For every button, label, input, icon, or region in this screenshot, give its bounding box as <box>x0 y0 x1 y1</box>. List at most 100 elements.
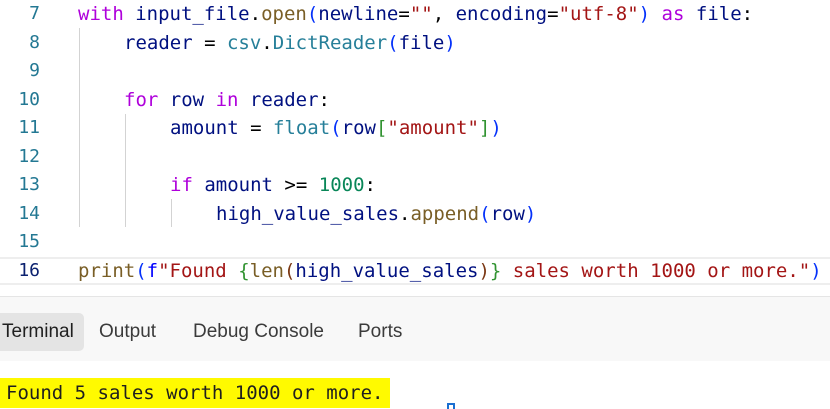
code-token: file <box>695 3 742 25</box>
tab-output-label: Output <box>99 321 157 342</box>
tab-ports[interactable]: Ports <box>358 313 402 351</box>
code-line[interactable]: 10 for row in reader: <box>0 86 830 115</box>
line-number: 13 <box>18 174 40 195</box>
code-token: >= <box>272 174 319 196</box>
line-number: 10 <box>18 88 40 110</box>
code-token: open <box>261 3 307 25</box>
code-line[interactable]: 13 if amount >= 1000: <box>0 171 830 200</box>
code-token: . <box>261 31 273 54</box>
terminal-cursor-icon <box>447 403 455 409</box>
code-line[interactable]: 16 print(f"Found {len(high_value_sales)} … <box>0 256 830 285</box>
code-token: encoding <box>455 3 548 25</box>
bottom-panel: Terminal Output Debug Console Ports Foun… <box>0 296 830 409</box>
code-token: ( <box>387 31 399 54</box>
code-token: : <box>318 88 330 111</box>
code-text: if amount >= 1000: <box>170 171 376 200</box>
code-token: if <box>170 174 193 196</box>
code-token: ) <box>524 202 537 225</box>
code-line[interactable]: 7 with input_file.open(newline="", encodi… <box>0 0 830 29</box>
code-text: amount = float(row["amount"]) <box>170 114 502 143</box>
code-token: ) <box>810 259 822 282</box>
code-token: amount <box>170 117 239 139</box>
tab-terminal-label: Terminal <box>2 321 74 342</box>
code-token: with <box>78 3 124 25</box>
code-token: "Found <box>158 259 239 282</box>
code-token: in <box>215 88 239 111</box>
code-text: print(f"Found {len(high_value_sales)} sa… <box>78 259 822 284</box>
code-token: for <box>124 88 159 111</box>
tab-ports-label: Ports <box>358 321 403 342</box>
code-line[interactable]: 12 <box>0 143 830 172</box>
code-token: ( <box>479 202 491 225</box>
code-token: amount <box>204 174 273 196</box>
code-token: append <box>410 202 480 225</box>
code-token: ( <box>283 259 296 282</box>
code-token: row <box>341 117 376 139</box>
code-line[interactable]: 8 reader = csv.DictReader(file) <box>0 29 830 58</box>
code-text: with input_file.open(newline="", encodin… <box>78 0 753 29</box>
line-number: 16 <box>18 259 40 281</box>
tab-terminal[interactable]: Terminal <box>0 313 84 351</box>
code-line[interactable]: 9 <box>0 57 830 86</box>
line-number: 12 <box>18 145 40 167</box>
code-token: ( <box>330 117 342 139</box>
code-text: high_value_sales.append(row) <box>216 200 536 229</box>
code-token: row <box>490 202 525 225</box>
code-token: input_file <box>135 3 250 25</box>
code-token: = <box>547 3 559 25</box>
code-token: ) <box>478 259 490 282</box>
code-token: print <box>78 259 136 282</box>
tab-debug-console[interactable]: Debug Console <box>193 313 324 351</box>
code-token: = <box>398 3 410 25</box>
tab-debug-console-label: Debug Console <box>193 321 324 342</box>
terminal-output-line: Found 5 sales worth 1000 or more. <box>0 378 390 408</box>
code-token: "amount" <box>387 117 479 139</box>
code-token: { <box>238 259 250 282</box>
code-token: . <box>399 202 411 225</box>
line-number: 8 <box>29 31 40 53</box>
line-number: 7 <box>29 3 40 24</box>
line-number: 9 <box>29 60 40 81</box>
code-line[interactable]: 11 amount = float(row["amount"]) <box>0 114 830 143</box>
code-token: float <box>272 117 331 139</box>
line-number: 14 <box>18 202 40 224</box>
code-token: 1000 <box>318 174 365 196</box>
code-token: as <box>661 3 685 25</box>
code-token: : <box>741 3 754 25</box>
code-line[interactable]: 15 <box>0 228 830 257</box>
code-token: reader <box>124 31 193 54</box>
code-token: high_value_sales <box>216 202 400 225</box>
vscode-window: 7 with input_file.open(newline="", encodi… <box>0 0 830 409</box>
code-token: ) <box>490 117 502 139</box>
code-editor[interactable]: 7 with input_file.open(newline="", encodi… <box>0 0 830 296</box>
code-text: for row in reader: <box>124 86 330 115</box>
code-token: ] <box>478 117 491 139</box>
code-line[interactable]: 14 high_value_sales.append(row) <box>0 200 830 229</box>
code-token: newline <box>318 3 399 25</box>
code-token: DictReader <box>272 31 388 54</box>
code-token: ) <box>638 3 651 25</box>
code-token: , <box>432 3 456 25</box>
code-token: "utf-8" <box>558 3 639 25</box>
panel-tabs: Terminal Output Debug Console Ports <box>0 313 830 351</box>
code-token: "" <box>409 3 433 25</box>
code-token: file <box>398 31 445 54</box>
code-token: high_value_sales <box>295 259 479 282</box>
code-token: row <box>169 88 205 111</box>
code-token: ( <box>306 3 319 25</box>
code-token: len <box>249 259 284 282</box>
code-token: = <box>192 31 227 54</box>
line-number: 15 <box>18 231 40 252</box>
code-token: = <box>238 117 273 139</box>
code-token: csv <box>226 31 262 54</box>
tab-output[interactable]: Output <box>99 313 156 351</box>
code-token: ( <box>135 259 147 282</box>
code-token: : <box>364 174 376 196</box>
code-token: ) <box>444 31 456 54</box>
